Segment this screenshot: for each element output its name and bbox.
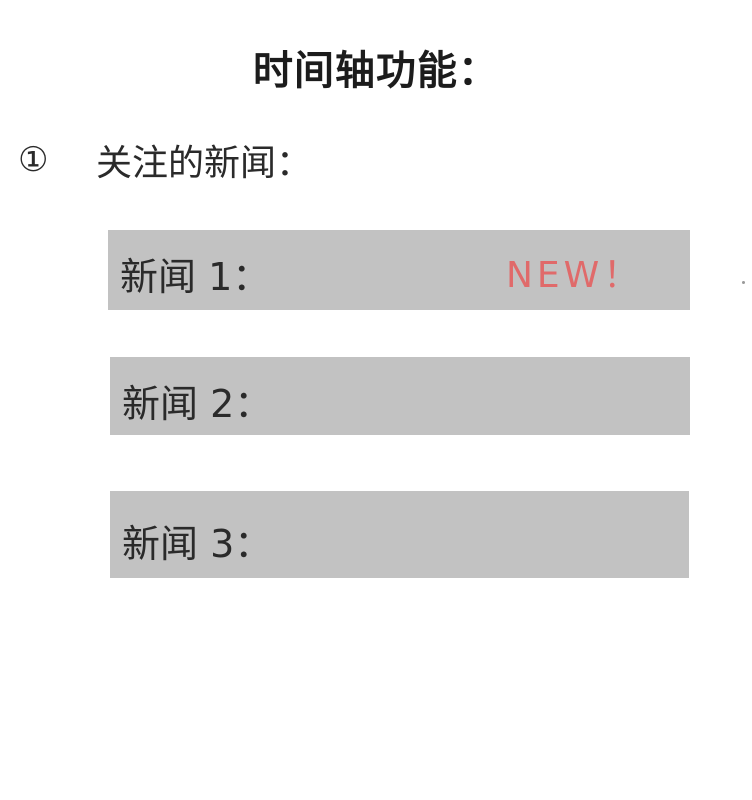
section-number: ① xyxy=(18,140,49,180)
new-badge: NEW！ xyxy=(506,255,644,296)
page-title: 时间轴功能： xyxy=(253,48,499,94)
section-heading: ① 关注的新闻： xyxy=(18,134,312,186)
stray-mark xyxy=(742,281,745,284)
section-heading-label: 关注的新闻： xyxy=(96,143,313,184)
news-item-label: 新闻 1： xyxy=(120,255,271,299)
news-item[interactable]: 新闻 1： NEW！ xyxy=(108,230,690,310)
news-item-label: 新闻 3： xyxy=(122,522,273,566)
news-item-label: 新闻 2： xyxy=(122,382,273,426)
news-item[interactable]: 新闻 3： xyxy=(110,491,689,578)
news-item[interactable]: 新闻 2： xyxy=(110,357,690,435)
